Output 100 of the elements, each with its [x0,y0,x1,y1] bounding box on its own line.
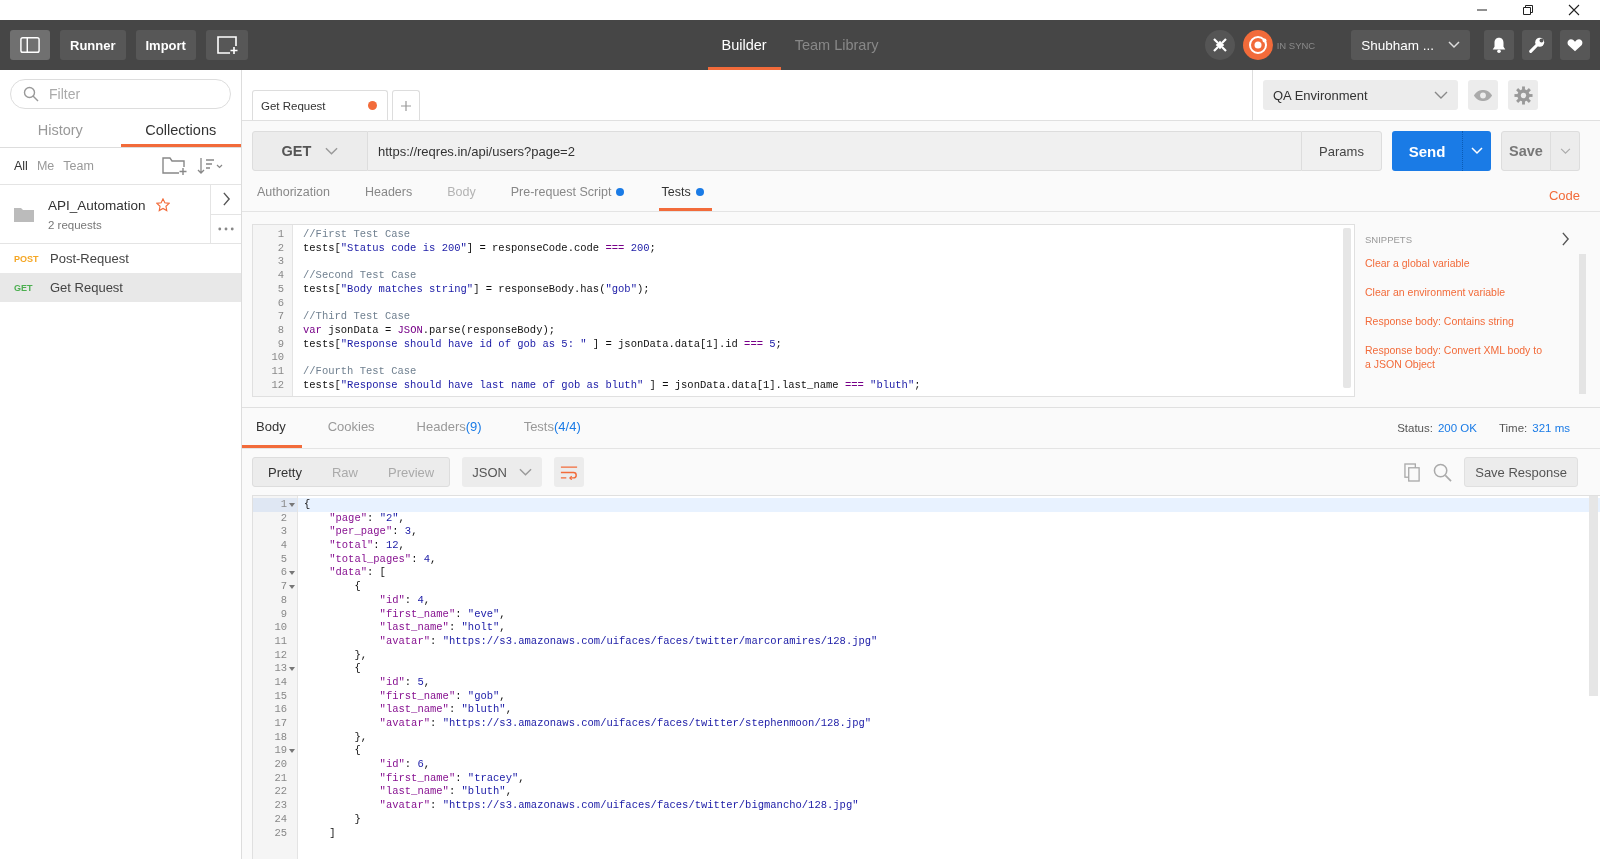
search-icon[interactable] [1433,462,1453,482]
code-line: "avatar": "https://s3.amazonaws.com/uifaces/faces/twitter/bigmancho/128.jpg" [378,799,859,812]
code-line: }, [353,648,367,661]
save-button[interactable]: Save [1501,131,1551,171]
url-field[interactable]: https://reqres.in/api/users?page=2 [368,131,1301,171]
method-dropdown[interactable]: GET [252,131,368,171]
owner-filter[interactable]: All [14,159,28,173]
request-section-tab[interactable]: Headers [364,175,421,211]
send-button[interactable]: Send [1392,131,1462,171]
scrollbar[interactable] [1589,496,1598,696]
line-number: 2 [277,241,284,256]
request-section-tab[interactable]: Authorization [257,175,338,211]
code-line: { [353,744,361,757]
favorite-button[interactable] [1560,30,1590,60]
more-icon[interactable] [218,226,234,231]
params-button[interactable]: Params [1301,131,1382,171]
save-response-button[interactable]: Save Response [1464,457,1578,487]
request-count: 2 requests [48,218,103,231]
code-editor[interactable] [252,224,1355,397]
header-button[interactable]: Import [135,30,196,60]
owner-filter[interactable]: Team [63,159,94,173]
new-folder-icon[interactable] [162,156,188,176]
code-line: "total": 12, [328,539,405,552]
fold-icon[interactable] [289,571,295,576]
send-options-button[interactable] [1462,131,1491,171]
request-section-tab[interactable]: Pre-request Script [510,175,633,211]
time-label: Time: [1498,422,1528,434]
chevron-right-icon[interactable] [221,192,231,207]
line-number: 10 [274,621,287,635]
chevron-right-icon[interactable] [1561,232,1570,246]
code-line: //Fourth Test Case [303,364,417,377]
close-icon[interactable] [1568,4,1580,16]
response-tab[interactable]: Tests(4/4) [509,408,597,448]
code-line: "total_pages": 4, [328,552,437,565]
line-number: 8 [280,593,287,608]
snippet-link[interactable]: Clear a global variable [1365,256,1550,270]
sync-icon[interactable] [1242,30,1273,60]
add-tab-button[interactable] [392,90,420,120]
line-number: 5 [277,282,284,297]
snippet-link[interactable]: Response body: Convert XML body to a JSON Object [1365,343,1550,371]
code-line: var jsonData = JSON.parse(responseBody); [303,323,556,336]
request-section-tab[interactable]: Tests [659,175,712,211]
line-number: 7 [277,310,284,324]
code-line: "first_name": "tracey", [378,771,525,784]
filter-field[interactable]: Filter [47,85,201,103]
header-tab[interactable]: Team Library [780,23,893,70]
fold-icon[interactable] [289,502,295,507]
code-line: { [304,498,311,510]
quick-look-button[interactable] [1468,80,1498,110]
eye-icon [1473,88,1493,102]
copy-icon[interactable] [1404,462,1422,482]
response-tab[interactable]: Headers(9) [402,408,498,448]
code-line: "data": [ [328,566,386,579]
line-number: 24 [274,812,287,827]
line-number: 2 [280,511,287,526]
owner-filter[interactable]: Me [36,159,55,173]
satellite-icon[interactable] [1204,30,1235,60]
code-line: //First Test Case [303,228,411,240]
response-tab[interactable]: Body [242,408,302,448]
header-button[interactable]: Runner [60,30,126,60]
new-tab-button[interactable] [205,30,248,60]
code-line: } [353,812,361,825]
request-item[interactable]: POST Post-Request [0,244,241,273]
user-dropdown[interactable]: Shubham ... [1351,30,1470,60]
code-line: { [353,580,361,593]
code-line: "first_name": "gob", [378,689,506,702]
snippet-link[interactable]: Response body: Contains string [1365,314,1550,328]
star-icon[interactable] [155,198,170,212]
status-label: Status: [1397,422,1433,434]
bell-icon [1490,36,1508,54]
environment-dropdown[interactable]: QA Environment [1263,80,1458,110]
search-icon [23,86,39,102]
line-number: 1 [277,228,284,242]
request-tab[interactable]: Get Request [252,90,388,120]
method-label: GET [14,282,34,293]
line-number: 20 [274,758,287,772]
wrap-lines-button[interactable] [553,457,584,487]
restore-icon[interactable] [1522,4,1534,16]
request-item[interactable]: GET Get Request [0,273,241,302]
code-line: "last_name": "bluth", [378,785,512,798]
fold-icon[interactable] [289,667,295,672]
sidebar-tab[interactable]: History [0,115,121,147]
new-window-icon [215,35,238,55]
line-number: 23 [274,799,287,813]
sidebar-toggle-button[interactable] [10,30,50,60]
notifications-button[interactable] [1484,30,1514,60]
code-line: //Second Test Case [303,269,417,282]
time-value: 321 ms [1532,422,1570,434]
fold-icon[interactable] [289,584,295,589]
response-tab[interactable]: Cookies [313,408,391,448]
code-link[interactable]: Code [1548,187,1580,203]
view-mode-tab[interactable]: Pretty [253,458,317,486]
settings-button[interactable] [1522,30,1552,60]
sort-icon[interactable] [197,157,223,175]
scrollbar[interactable] [1343,228,1351,388]
collection-name[interactable]: API_Automation [48,197,146,213]
code-line: "per_page": 3, [328,525,418,538]
format-dropdown[interactable]: JSON [462,457,542,487]
snippet-link[interactable]: Clear an environment variable [1365,285,1550,299]
fold-icon[interactable] [289,749,295,754]
